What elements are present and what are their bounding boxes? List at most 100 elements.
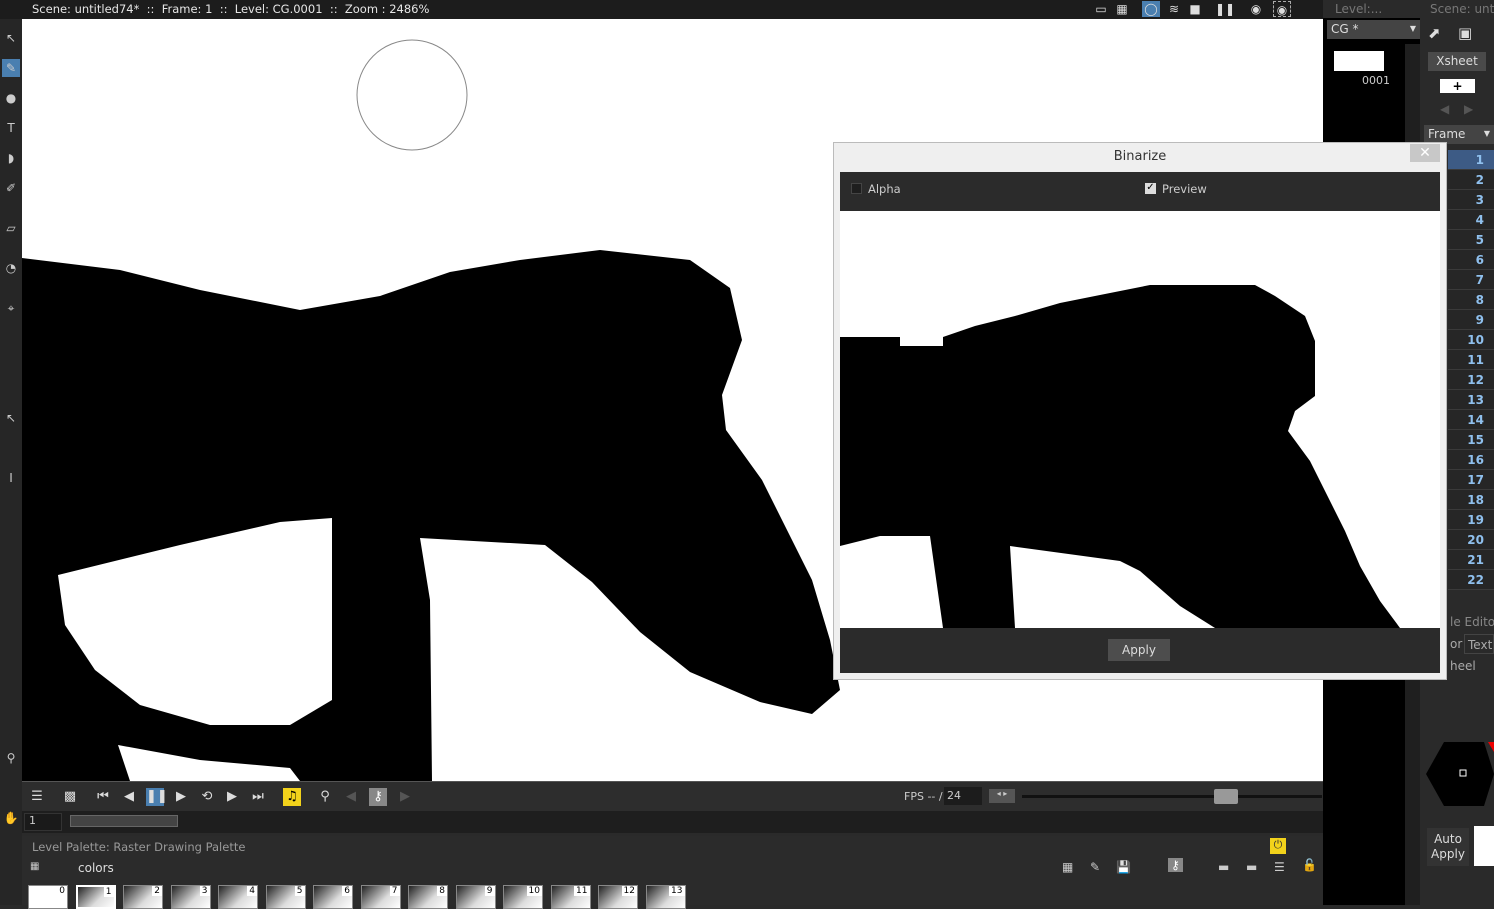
- xsheet-frame-row[interactable]: 19: [1448, 510, 1494, 530]
- tab-texture[interactable]: Textu: [1464, 634, 1494, 654]
- xsheet-frame-row[interactable]: 9: [1448, 310, 1494, 330]
- next-icon[interactable]: ▶: [1464, 102, 1473, 116]
- tab-color[interactable]: or: [1450, 634, 1464, 654]
- style-chip[interactable]: 11: [550, 885, 591, 909]
- next-frame-icon[interactable]: ▶: [223, 788, 241, 806]
- xsheet-frame-row[interactable]: 5: [1448, 230, 1494, 250]
- level-select[interactable]: CG * ▼: [1327, 20, 1420, 39]
- xsheet-frame-row[interactable]: 2: [1448, 170, 1494, 190]
- apply-button[interactable]: Apply: [1108, 639, 1170, 661]
- play-icon[interactable]: ▶: [172, 788, 190, 806]
- lock-icon[interactable]: 🔓: [1302, 858, 1317, 872]
- prev-frame-icon[interactable]: ◀: [120, 788, 138, 806]
- view-mode-icon[interactable]: ▦: [30, 861, 39, 872]
- eraser-tool-icon[interactable]: ▱: [2, 219, 20, 237]
- tab-colors[interactable]: colors: [78, 861, 114, 875]
- xsheet-frame-row[interactable]: 7: [1448, 270, 1494, 290]
- xsheet-frame-row[interactable]: 16: [1448, 450, 1494, 470]
- style-chip[interactable]: 10: [503, 885, 543, 909]
- xsheet-frame-row[interactable]: 11: [1448, 350, 1494, 370]
- toggle-xsheet-icon[interactable]: ⬈: [1428, 24, 1441, 42]
- hand-tool-icon[interactable]: ✋: [2, 809, 20, 827]
- style-chip[interactable]: 13: [645, 885, 686, 909]
- sub-camera-preview-icon[interactable]: ◉: [1273, 1, 1291, 17]
- prev-key-icon[interactable]: ◀: [342, 788, 360, 806]
- timeline-icon[interactable]: ▣: [1458, 24, 1472, 42]
- safe-area-icon[interactable]: ▭: [1092, 1, 1110, 17]
- last-frame-icon[interactable]: ⏭: [249, 788, 267, 806]
- geometric-tool-icon[interactable]: ●: [2, 89, 20, 107]
- camera-stand-icon[interactable]: ◯: [1142, 1, 1160, 17]
- fps-slider-track[interactable]: [1022, 795, 1322, 798]
- style-chip[interactable]: 3: [170, 885, 211, 909]
- paint-brush-tool-icon[interactable]: ✐: [2, 179, 20, 197]
- first-frame-icon[interactable]: ⏮: [94, 788, 112, 806]
- style-chip[interactable]: 9: [455, 885, 496, 909]
- style-chip[interactable]: 0: [28, 885, 68, 909]
- xsheet-frame-row[interactable]: 6: [1448, 250, 1494, 270]
- style-chip[interactable]: 1: [75, 885, 116, 909]
- xsheet-frame-row[interactable]: 1: [1448, 150, 1494, 170]
- close-button[interactable]: ✕: [1410, 144, 1440, 162]
- style-picker-icon[interactable]: ⌖: [2, 299, 20, 317]
- auto-apply-button[interactable]: Auto Apply: [1427, 828, 1469, 866]
- xsheet-frame-row[interactable]: 4: [1448, 210, 1494, 230]
- type-tool-icon[interactable]: T: [2, 119, 20, 137]
- xsheet-button[interactable]: Xsheet: [1428, 52, 1486, 71]
- style-chip[interactable]: 4: [218, 885, 258, 909]
- xsheet-frame-row[interactable]: 18: [1448, 490, 1494, 510]
- pause-icon[interactable]: ❚❚: [146, 788, 168, 806]
- xsheet-frame-row[interactable]: 10: [1448, 330, 1494, 350]
- xsheet-frame-row[interactable]: 22: [1448, 570, 1494, 590]
- save-as-icon[interactable]: ✎: [1090, 860, 1100, 874]
- xsheet-frame-row[interactable]: 12: [1448, 370, 1494, 390]
- brush-tool-icon[interactable]: ✎: [2, 59, 20, 77]
- tape-tool-icon[interactable]: ◔: [2, 259, 20, 277]
- camera-icon[interactable]: ■: [1186, 1, 1204, 17]
- background-icon[interactable]: ▩: [61, 788, 79, 806]
- new-level-icon[interactable]: +: [1440, 79, 1475, 93]
- xsheet-frame-row[interactable]: 8: [1448, 290, 1494, 310]
- prev-icon[interactable]: ◀: [1440, 102, 1449, 116]
- xsheet-frame-row[interactable]: 20: [1448, 530, 1494, 550]
- frame-field[interactable]: 1: [24, 813, 62, 831]
- animate-tool-icon[interactable]: ↖: [2, 409, 20, 427]
- alpha-checkbox[interactable]: [851, 183, 862, 194]
- frame-slider-handle[interactable]: [70, 815, 178, 827]
- color-wheel[interactable]: [1426, 740, 1494, 808]
- xsheet-frame-row[interactable]: 14: [1448, 410, 1494, 430]
- xsheet-frame-row[interactable]: 15: [1448, 430, 1494, 450]
- style-chip[interactable]: 5: [265, 885, 306, 909]
- freeze-icon[interactable]: ❚❚: [1215, 1, 1235, 17]
- preview-icon[interactable]: ◉: [1247, 1, 1265, 17]
- style-chip[interactable]: 6: [313, 885, 353, 909]
- palette-menu-icon[interactable]: ☰: [1274, 860, 1285, 874]
- fps-slider-handle[interactable]: [1214, 789, 1238, 804]
- style-chip[interactable]: 8: [408, 885, 448, 909]
- tab-wheel[interactable]: heel: [1450, 656, 1478, 676]
- style-chip[interactable]: 7: [360, 885, 401, 909]
- xsheet-frame-row[interactable]: 21: [1448, 550, 1494, 570]
- preview-checkbox[interactable]: ✓: [1145, 183, 1156, 194]
- xsheet-frame-row[interactable]: 13: [1448, 390, 1494, 410]
- xsheet-frame-row[interactable]: 3: [1448, 190, 1494, 210]
- key-icon[interactable]: ⚷: [369, 788, 387, 806]
- palette-key-icon[interactable]: ⚷: [1168, 858, 1183, 872]
- ruler-tool-icon[interactable]: I: [2, 469, 20, 487]
- power-icon[interactable]: ⏻: [1270, 838, 1286, 854]
- style-chip[interactable]: 12: [598, 885, 638, 909]
- menu-icon[interactable]: ☰: [28, 788, 46, 806]
- palette-grid-icon[interactable]: ▦: [1062, 860, 1073, 874]
- save-icon[interactable]: 💾: [1116, 860, 1131, 874]
- xsheet-frame-row[interactable]: 17: [1448, 470, 1494, 490]
- loop-icon[interactable]: ⟲: [198, 788, 216, 806]
- zoom-tool-icon[interactable]: ⚲: [2, 749, 20, 767]
- sound-icon[interactable]: ♫: [283, 788, 301, 806]
- zoom-icon[interactable]: ⚲: [316, 788, 334, 806]
- fps-stepper[interactable]: ◂ ▸: [989, 789, 1015, 803]
- new-style-icon[interactable]: ▬: [1246, 860, 1257, 874]
- fill-tool-icon[interactable]: ◗: [2, 149, 20, 167]
- selection-tool-icon[interactable]: ↖: [2, 29, 20, 47]
- fps-field[interactable]: 24: [944, 787, 982, 805]
- new-page-icon[interactable]: ▬: [1218, 860, 1229, 874]
